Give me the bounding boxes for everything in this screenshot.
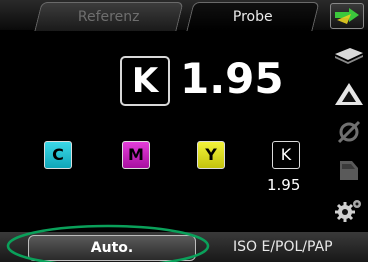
auto-density-button[interactable]: Auto. Dichtemessung [28,235,196,261]
selected-channel-swatch[interactable]: K [120,56,170,106]
warning-triangle-icon[interactable] [332,80,366,108]
device-icon[interactable] [332,156,366,184]
tab-probe[interactable]: Probe [186,2,320,31]
connection-status-icon[interactable] [330,3,364,29]
channel-y-button[interactable]: Y [197,141,225,169]
settings-gears-icon[interactable] [332,196,366,224]
instrument-screen: Referenz Probe K 1.95 C M Y K 1.95 Auto.… [0,0,368,262]
tab-referenz-label: Referenz [78,9,140,25]
connection-status-icon-graphic [335,8,359,24]
channel-k-button[interactable]: K [272,141,300,169]
tab-referenz[interactable]: Referenz [34,2,184,31]
iso-standard-label[interactable]: ISO E/POL/PAP [233,235,333,259]
channel-c-button[interactable]: C [44,141,72,169]
polarizer-off-icon[interactable] [332,118,366,146]
paper-stack-icon[interactable] [332,40,366,68]
channel-k-value: 1.95 [267,176,301,194]
tab-probe-label: Probe [233,9,273,25]
channel-m-button[interactable]: M [122,141,150,169]
density-value: 1.95 [180,54,284,103]
